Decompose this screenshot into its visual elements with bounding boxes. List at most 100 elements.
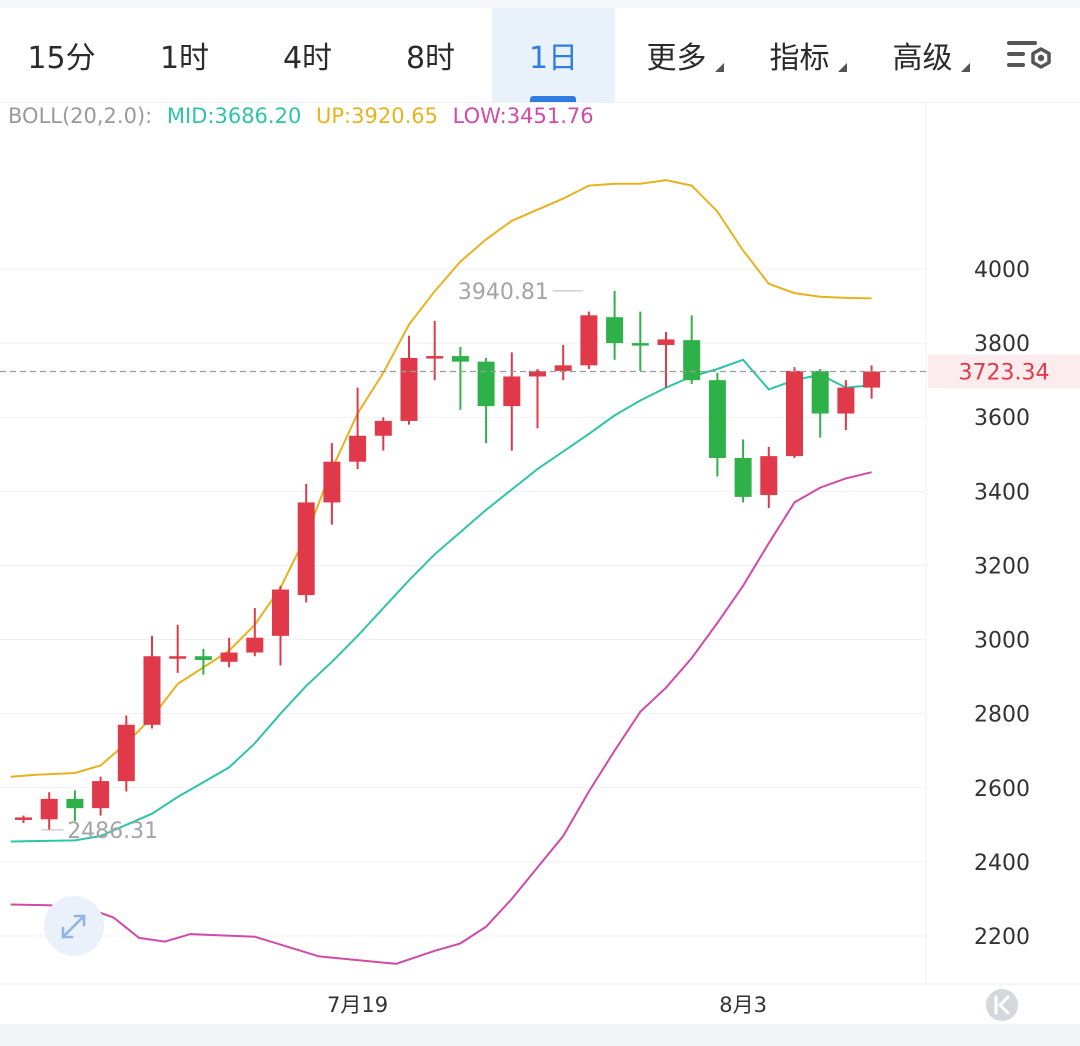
candle-body [66,798,84,809]
tab-8hour[interactable]: 8时 [369,8,492,102]
tab-indicators[interactable]: 指标 [738,8,861,102]
candle-body [15,817,32,820]
candle-body [246,637,264,653]
x-axis-labels: 7月19 8月3 [327,993,767,1017]
candle [451,346,469,410]
tab-more[interactable]: 更多 [615,8,738,102]
candle [683,315,701,384]
candle [15,815,32,823]
candle-body [811,370,829,414]
y-tick-label: 2800 [974,703,1030,728]
y-tick-label: 2200 [974,925,1030,950]
tab-15min[interactable]: 15分 [0,8,123,102]
candle [811,369,829,438]
candle [503,352,521,451]
candle-body [220,652,238,662]
candle-body [503,376,521,407]
candle [169,624,187,673]
y-tick-label: 3400 [974,480,1030,505]
candle [554,344,572,381]
candle-body [708,380,726,458]
candle [863,365,881,399]
tab-1hour[interactable]: 1时 [123,8,246,102]
y-tick-label: 3000 [974,629,1030,654]
candle [734,439,752,503]
tab-1day[interactable]: 1日 [492,8,615,102]
current-price-line: 3723.34 [0,354,1080,389]
tab-label: 高级 [892,41,953,76]
tab-label: 4时 [282,41,333,76]
scroll-to-latest-button[interactable] [986,989,1018,1021]
candle-body [683,340,701,381]
candle-body [477,361,495,407]
candle [117,715,135,792]
candle-body [451,356,469,362]
candle-body [760,456,778,496]
chart-settings-button[interactable] [984,8,1074,102]
tab-4hour[interactable]: 4时 [246,8,369,102]
candle [40,792,58,831]
y-tick-label: 3800 [974,332,1030,357]
candle-body [631,343,649,346]
candle-body [734,457,752,497]
candlestick-chart[interactable]: 3940.81 2486.31 2200 2400 2600 2800 3000 3200 3… [0,102,1080,1024]
y-tick-label: 4000 [974,258,1030,283]
candle [297,483,315,603]
candle [657,331,675,388]
candle [400,335,418,425]
candle-body [606,317,624,344]
candle-body [863,371,881,388]
timeframe-tabbar: 15分 1时 4时 8时 1日 更多 指标 高级 [0,8,1080,103]
max-price-label: 3940.81 [458,280,549,305]
candle [708,372,726,477]
candle-body [92,781,110,809]
candle [760,446,778,509]
chart-settings-icon [1007,41,1051,69]
y-tick-label: 2600 [974,777,1030,802]
candle [786,367,803,458]
candle-body [323,461,341,503]
candle [606,290,624,360]
candle [92,776,110,816]
tab-label: 指标 [769,41,830,76]
candle [477,357,495,444]
boll-low-line [10,471,872,965]
candle-body [837,387,855,414]
tab-label: 8时 [405,41,456,76]
candle [143,635,161,729]
candle-body [400,357,418,421]
boll-lines [10,179,872,965]
y-tick-label: 3200 [974,554,1030,579]
candle [272,585,289,666]
candle [837,380,855,431]
candle-body [349,435,367,462]
boll-mid-line [10,358,872,843]
candle-body [143,656,161,725]
candle-body [580,315,598,366]
candle-body [169,656,187,659]
tab-advanced[interactable]: 高级 [861,8,984,102]
y-tick-label: 2400 [974,851,1030,876]
candle [529,369,546,429]
candle-body [426,356,444,359]
tab-label: 15分 [27,41,96,76]
min-price-label: 2486.31 [67,819,158,844]
x-tick-label: 7月19 [327,993,388,1017]
y-tick-label: 3600 [974,406,1030,431]
dropdown-caret-icon [715,63,724,72]
candle-body [786,370,803,457]
expand-chart-button[interactable] [44,896,104,956]
candle-body [117,724,135,782]
candle [631,311,649,371]
candle-body [554,365,572,371]
candle-body [40,798,58,820]
tab-label: 更多 [646,41,707,76]
dropdown-caret-icon [961,63,970,72]
top-strip [0,0,1080,8]
bottom-strip [0,1024,1080,1046]
candle-body [657,339,675,345]
current-price-label: 3723.34 [959,361,1050,386]
candle [374,417,392,451]
tab-label: 1日 [528,41,579,76]
candle-body [297,502,315,596]
